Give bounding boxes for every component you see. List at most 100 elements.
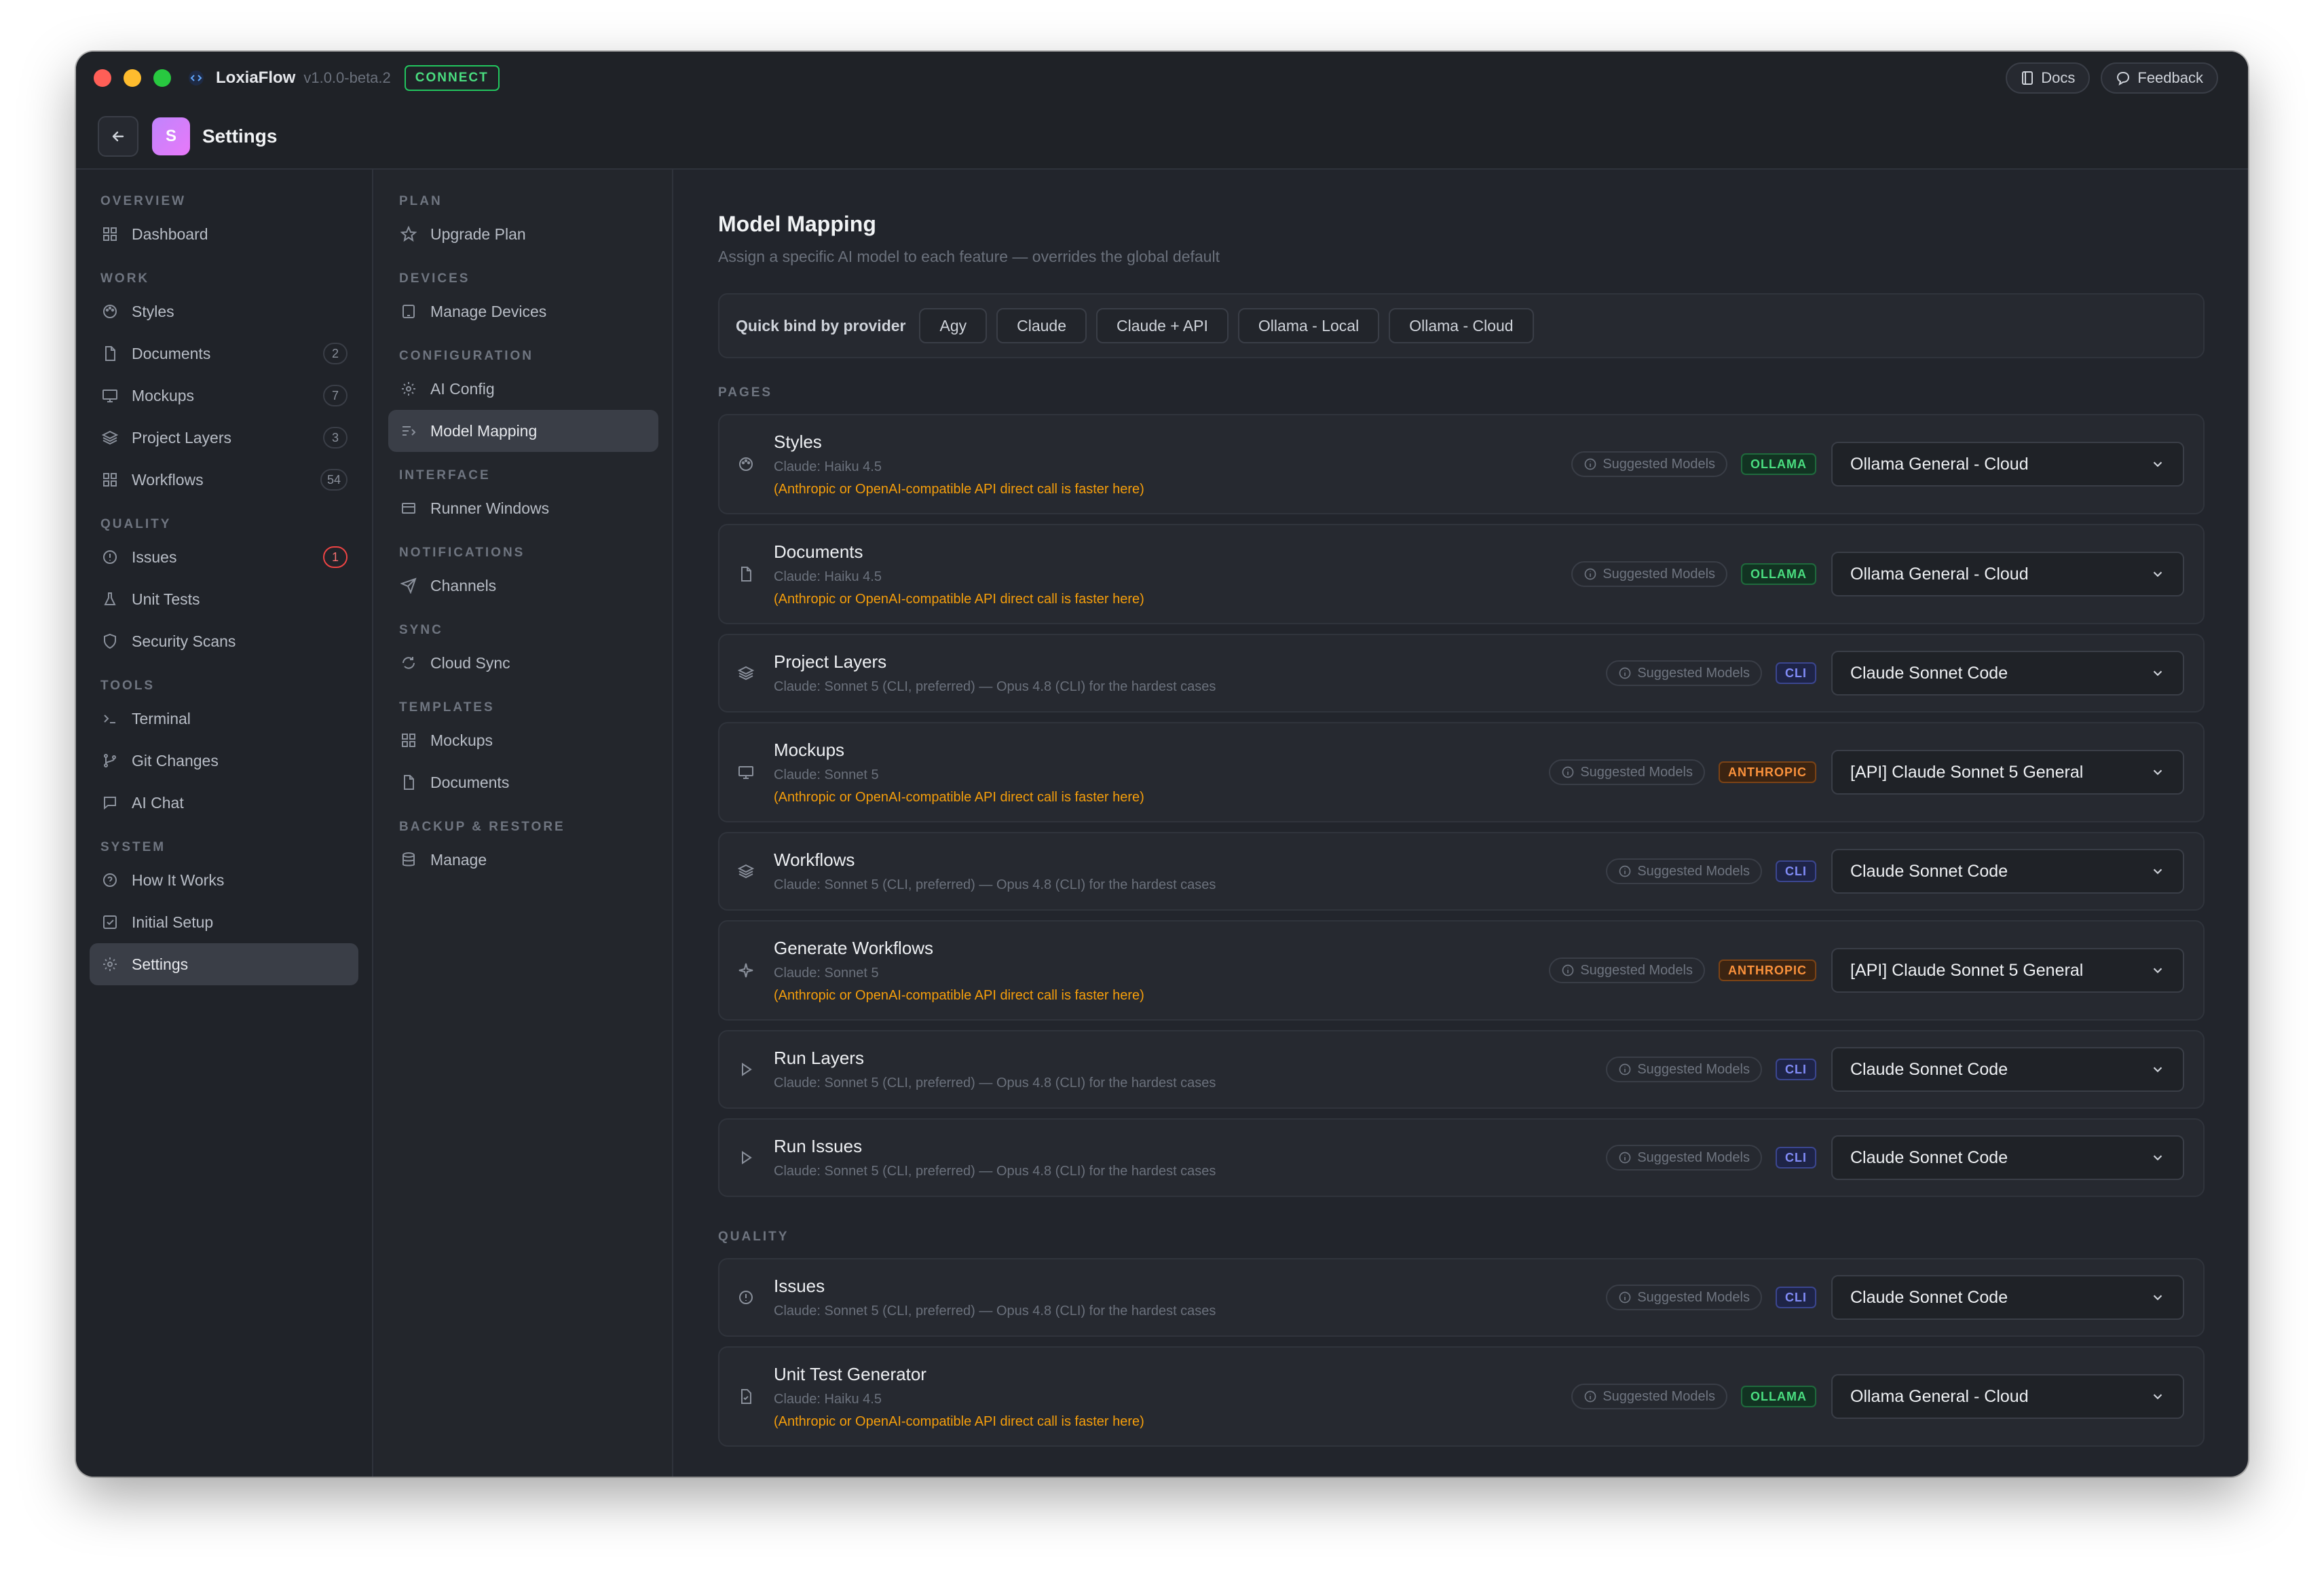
sidebar-item-ai-chat[interactable]: AI Chat xyxy=(90,782,358,824)
model-select[interactable]: [API] Claude Sonnet 5 General xyxy=(1831,750,2184,795)
quick-bind-agy[interactable]: Agy xyxy=(919,308,988,343)
model-select[interactable]: Ollama General - Cloud xyxy=(1831,552,2184,596)
model-select[interactable]: Claude Sonnet Code xyxy=(1831,1047,2184,1092)
sidebar-item-terminal[interactable]: Terminal xyxy=(90,698,358,740)
sidebar-section-quality: QUALITY xyxy=(100,517,172,531)
provider-tag: CLI xyxy=(1776,1059,1816,1080)
sidebar-item-unit-tests[interactable]: Unit Tests xyxy=(90,578,358,620)
row-text: Issues Claude: Sonnet 5 (CLI, preferred) … xyxy=(774,1276,1606,1319)
selected-model: [API] Claude Sonnet 5 General xyxy=(1850,960,2084,980)
sidebar-item-styles[interactable]: Styles xyxy=(90,290,358,332)
maximize-window-button[interactable] xyxy=(153,69,171,87)
sidebar-item-dashboard[interactable]: Dashboard xyxy=(90,213,358,255)
subnav-item-runner-windows[interactable]: Runner Windows xyxy=(388,487,658,529)
selected-model: Claude Sonnet Code xyxy=(1850,861,2008,881)
sidebar-item-label: Initial Setup xyxy=(132,913,214,931)
subnav-item-mockups[interactable]: Mockups xyxy=(388,719,658,761)
quick-bind-claude-api[interactable]: Claude + API xyxy=(1096,308,1229,343)
subnav-item-manage[interactable]: Manage xyxy=(388,839,658,881)
selected-model: Claude Sonnet Code xyxy=(1850,1287,2008,1307)
play-icon xyxy=(736,1147,756,1168)
subnav-item-documents[interactable]: Documents xyxy=(388,761,658,803)
chevron-down-icon xyxy=(2150,1062,2165,1077)
database-icon xyxy=(399,850,418,869)
info-icon xyxy=(1561,964,1575,977)
count-badge: 1 xyxy=(323,546,348,568)
palette-icon xyxy=(736,454,756,474)
model-select[interactable]: Claude Sonnet Code xyxy=(1831,651,2184,696)
minimize-window-button[interactable] xyxy=(124,69,141,87)
sidebar-item-documents[interactable]: Documents 2 xyxy=(90,332,358,375)
docs-button[interactable]: Docs xyxy=(2006,62,2091,94)
subnav-item-model-mapping[interactable]: Model Mapping xyxy=(388,410,658,452)
row-title: Project Layers xyxy=(774,651,887,672)
sidebar-item-settings[interactable]: Settings xyxy=(90,943,358,985)
suggested-label: Suggested Models xyxy=(1637,1061,1750,1077)
sidebar-item-how-it-works[interactable]: How It Works xyxy=(90,859,358,901)
mapping-row-run-issues: Run Issues Claude: Sonnet 5 (CLI, preferr… xyxy=(718,1118,2205,1197)
quick-bind-ollama-cloud[interactable]: Ollama - Cloud xyxy=(1389,308,1534,343)
page-title: Settings xyxy=(202,126,278,147)
sidebar-item-initial-setup[interactable]: Initial Setup xyxy=(90,901,358,943)
model-select[interactable]: Claude Sonnet Code xyxy=(1831,1135,2184,1180)
suggested-label: Suggested Models xyxy=(1637,1150,1750,1165)
suggested-models-button[interactable]: Suggested Models xyxy=(1606,858,1762,884)
send-icon xyxy=(399,576,418,595)
close-window-button[interactable] xyxy=(94,69,111,87)
sidebar-item-issues[interactable]: Issues 1 xyxy=(90,536,358,578)
subnav-item-manage-devices[interactable]: Manage Devices xyxy=(388,290,658,332)
subnav-item-upgrade-plan[interactable]: Upgrade Plan xyxy=(388,213,658,255)
subnav-section-devices: DEVICES xyxy=(399,271,470,286)
mapping-icon xyxy=(399,421,418,440)
sidebar-item-label: Git Changes xyxy=(132,751,219,770)
sidebar-item-label: Documents xyxy=(132,344,211,362)
row-text: Project Layers Claude: Sonnet 5 (CLI, pre… xyxy=(774,651,1606,695)
subnav-item-cloud-sync[interactable]: Cloud Sync xyxy=(388,642,658,684)
suggested-models-button[interactable]: Suggested Models xyxy=(1606,1145,1762,1171)
row-title: Documents xyxy=(774,541,863,562)
mapping-row-run-layers: Run Layers Claude: Sonnet 5 (CLI, preferr… xyxy=(718,1030,2205,1109)
model-select[interactable]: Ollama General - Cloud xyxy=(1831,1374,2184,1419)
grid-icon xyxy=(100,225,119,244)
model-select[interactable]: [API] Claude Sonnet 5 General xyxy=(1831,948,2184,993)
connect-button[interactable]: CONNECT xyxy=(404,65,500,91)
sidebar-item-workflows[interactable]: Workflows 54 xyxy=(90,459,358,501)
suggested-models-button[interactable]: Suggested Models xyxy=(1606,1285,1762,1310)
suggested-models-button[interactable]: Suggested Models xyxy=(1549,759,1705,785)
sidebar-item-project-layers[interactable]: Project Layers 3 xyxy=(90,417,358,459)
suggested-models-button[interactable]: Suggested Models xyxy=(1571,561,1728,587)
settings-header: S Settings xyxy=(76,104,2248,170)
quick-bind-claude[interactable]: Claude xyxy=(996,308,1087,343)
sidebar-section-work: WORK xyxy=(100,271,150,286)
suggested-models-button[interactable]: Suggested Models xyxy=(1606,660,1762,686)
sidebar-item-label: Mockups xyxy=(132,386,195,404)
row-recommendation: Claude: Sonnet 5 (CLI, preferred) — Opus… xyxy=(774,1164,1216,1179)
suggested-models-button[interactable]: Suggested Models xyxy=(1549,957,1705,983)
feedback-button[interactable]: Feedback xyxy=(2101,62,2218,94)
suggested-models-button[interactable]: Suggested Models xyxy=(1571,451,1728,477)
sidebar-item-mockups[interactable]: Mockups 7 xyxy=(90,375,358,417)
model-select[interactable]: Ollama General - Cloud xyxy=(1831,442,2184,487)
subnav-item-channels[interactable]: Channels xyxy=(388,565,658,607)
file-icon xyxy=(736,564,756,584)
suggested-models-button[interactable]: Suggested Models xyxy=(1606,1057,1762,1082)
sidebar-item-git-changes[interactable]: Git Changes xyxy=(90,740,358,782)
sidebar-item-security-scans[interactable]: Security Scans xyxy=(90,620,358,662)
row-recommendation: Claude: Haiku 4.5 xyxy=(774,569,882,584)
row-title: Workflows xyxy=(774,850,855,870)
count-badge: 2 xyxy=(323,343,348,364)
sparkle-icon xyxy=(736,960,756,981)
back-button[interactable] xyxy=(98,116,138,157)
quality-group-label: QUALITY xyxy=(718,1230,789,1244)
quick-bind-ollama-local[interactable]: Ollama - Local xyxy=(1237,308,1380,343)
suggested-models-button[interactable]: Suggested Models xyxy=(1571,1384,1728,1409)
subnav-item-ai-config[interactable]: AI Config xyxy=(388,368,658,410)
palette-icon xyxy=(100,302,119,321)
model-select[interactable]: Claude Sonnet Code xyxy=(1831,1275,2184,1320)
app-logo-icon xyxy=(187,69,205,87)
model-select[interactable]: Claude Sonnet Code xyxy=(1831,849,2184,894)
